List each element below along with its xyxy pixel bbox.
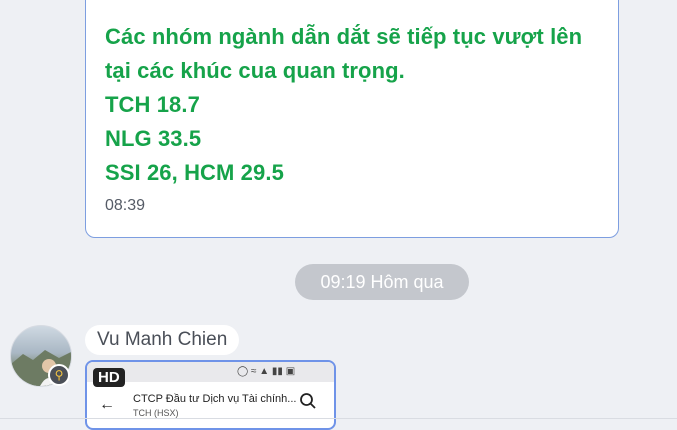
date-separator: 09:19 Hôm qua bbox=[295, 264, 469, 300]
stock-subtitle: TCH (HSX) bbox=[133, 408, 179, 418]
stock-title: CTCP Đầu tư Dịch vụ Tài chính... bbox=[133, 393, 297, 405]
back-arrow-icon: ← bbox=[99, 396, 115, 413]
status-icons: ◯ ≈ ▲ ▮▮ ▣ bbox=[237, 366, 296, 377]
search-icon bbox=[300, 393, 316, 409]
message-line: TCH 18.7 bbox=[105, 92, 200, 117]
message-line: NLG 33.5 bbox=[105, 126, 202, 151]
message-bubble[interactable]: Các nhóm ngành dẫn dắt sẽ tiếp tục vượt … bbox=[85, 0, 619, 238]
message-time: 08:39 bbox=[105, 197, 146, 214]
message-line: tại các khúc cua quan trọng. bbox=[105, 58, 405, 83]
input-divider bbox=[0, 418, 677, 419]
message-line: SSI 26, HCM 29.5 bbox=[105, 160, 284, 185]
hd-badge: HD bbox=[93, 368, 125, 387]
key-icon: ⚲ bbox=[48, 364, 70, 386]
sender-name[interactable]: Vu Manh Chien bbox=[85, 325, 240, 355]
message-line: Các nhóm ngành dẫn dắt sẽ tiếp tục vượt … bbox=[105, 24, 583, 49]
image-attachment[interactable]: ◯ ≈ ▲ ▮▮ ▣ HD ← CTCP Đầu tư Dịch vụ Tài … bbox=[85, 360, 336, 430]
